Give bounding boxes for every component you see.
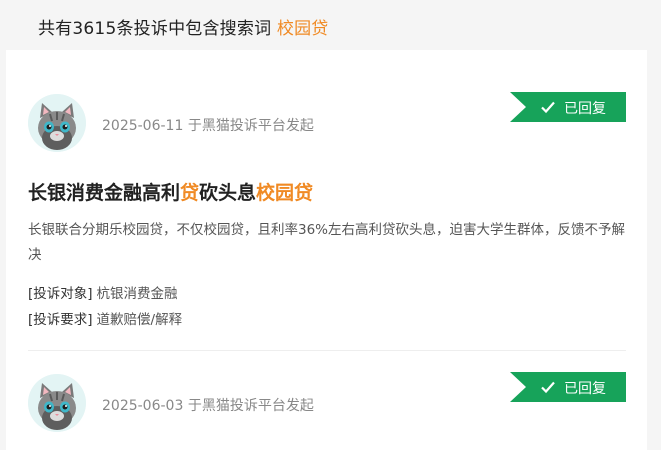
complaint-source: 于黑猫投诉平台发起 <box>187 118 314 134</box>
complaint-date: 2025-06-11 <box>102 118 184 134</box>
complaint-target: [投诉对象] 杭银消费金融 <box>28 282 178 302</box>
divider <box>28 350 626 351</box>
complaint-demand: [投诉要求] 道歉赔偿/解释 <box>28 308 182 328</box>
demand-value: 道歉赔偿/解释 <box>96 312 183 328</box>
complaint-source: 于黑猫投诉平台发起 <box>187 398 314 414</box>
complaint-description: 长银联合分期乐校园贷，不仅校园贷，且利率36%左右高利贷砍头息，迫害大学生群体，… <box>28 222 626 263</box>
status-badge: 已回复 <box>510 92 626 122</box>
title-part: 长银消费金融高利 <box>28 182 181 204</box>
avatar <box>28 94 86 152</box>
title-highlight: 校园贷 <box>256 182 314 204</box>
demand-label: [投诉要求] <box>28 312 93 328</box>
complaint-meta: 2025-06-03 于黑猫投诉平台发起 <box>102 395 314 415</box>
status-text: 已回复 <box>564 101 606 117</box>
complaint-title[interactable]: 长银消费金融高利贷砍头息校园贷 <box>28 178 313 205</box>
title-part: 砍头息 <box>199 182 257 204</box>
cat-avatar-icon <box>28 94 86 152</box>
search-keyword: 校园贷 <box>276 19 329 39</box>
avatar <box>28 374 86 432</box>
result-count-text: 共有3615条投诉中包含搜索词 校园贷 <box>38 14 328 39</box>
complaint-list: 2025-06-11 于黑猫投诉平台发起 已回复 长银消费金融高利贷砍头息校园贷… <box>6 50 647 450</box>
search-result-header: 共有3615条投诉中包含搜索词 校园贷 <box>0 0 661 50</box>
target-value: 杭银消费金融 <box>96 286 178 302</box>
check-icon <box>541 381 555 394</box>
target-label: [投诉对象] <box>28 286 93 302</box>
cat-avatar-icon <box>28 374 86 432</box>
complaint-date: 2025-06-03 <box>102 398 184 414</box>
complaint-meta: 2025-06-11 于黑猫投诉平台发起 <box>102 115 314 135</box>
status-text: 已回复 <box>564 381 606 397</box>
check-icon <box>541 101 555 114</box>
status-badge: 已回复 <box>510 372 626 402</box>
result-count-prefix: 共有3615条投诉中包含搜索词 <box>38 19 272 39</box>
title-highlight: 贷 <box>180 182 200 204</box>
